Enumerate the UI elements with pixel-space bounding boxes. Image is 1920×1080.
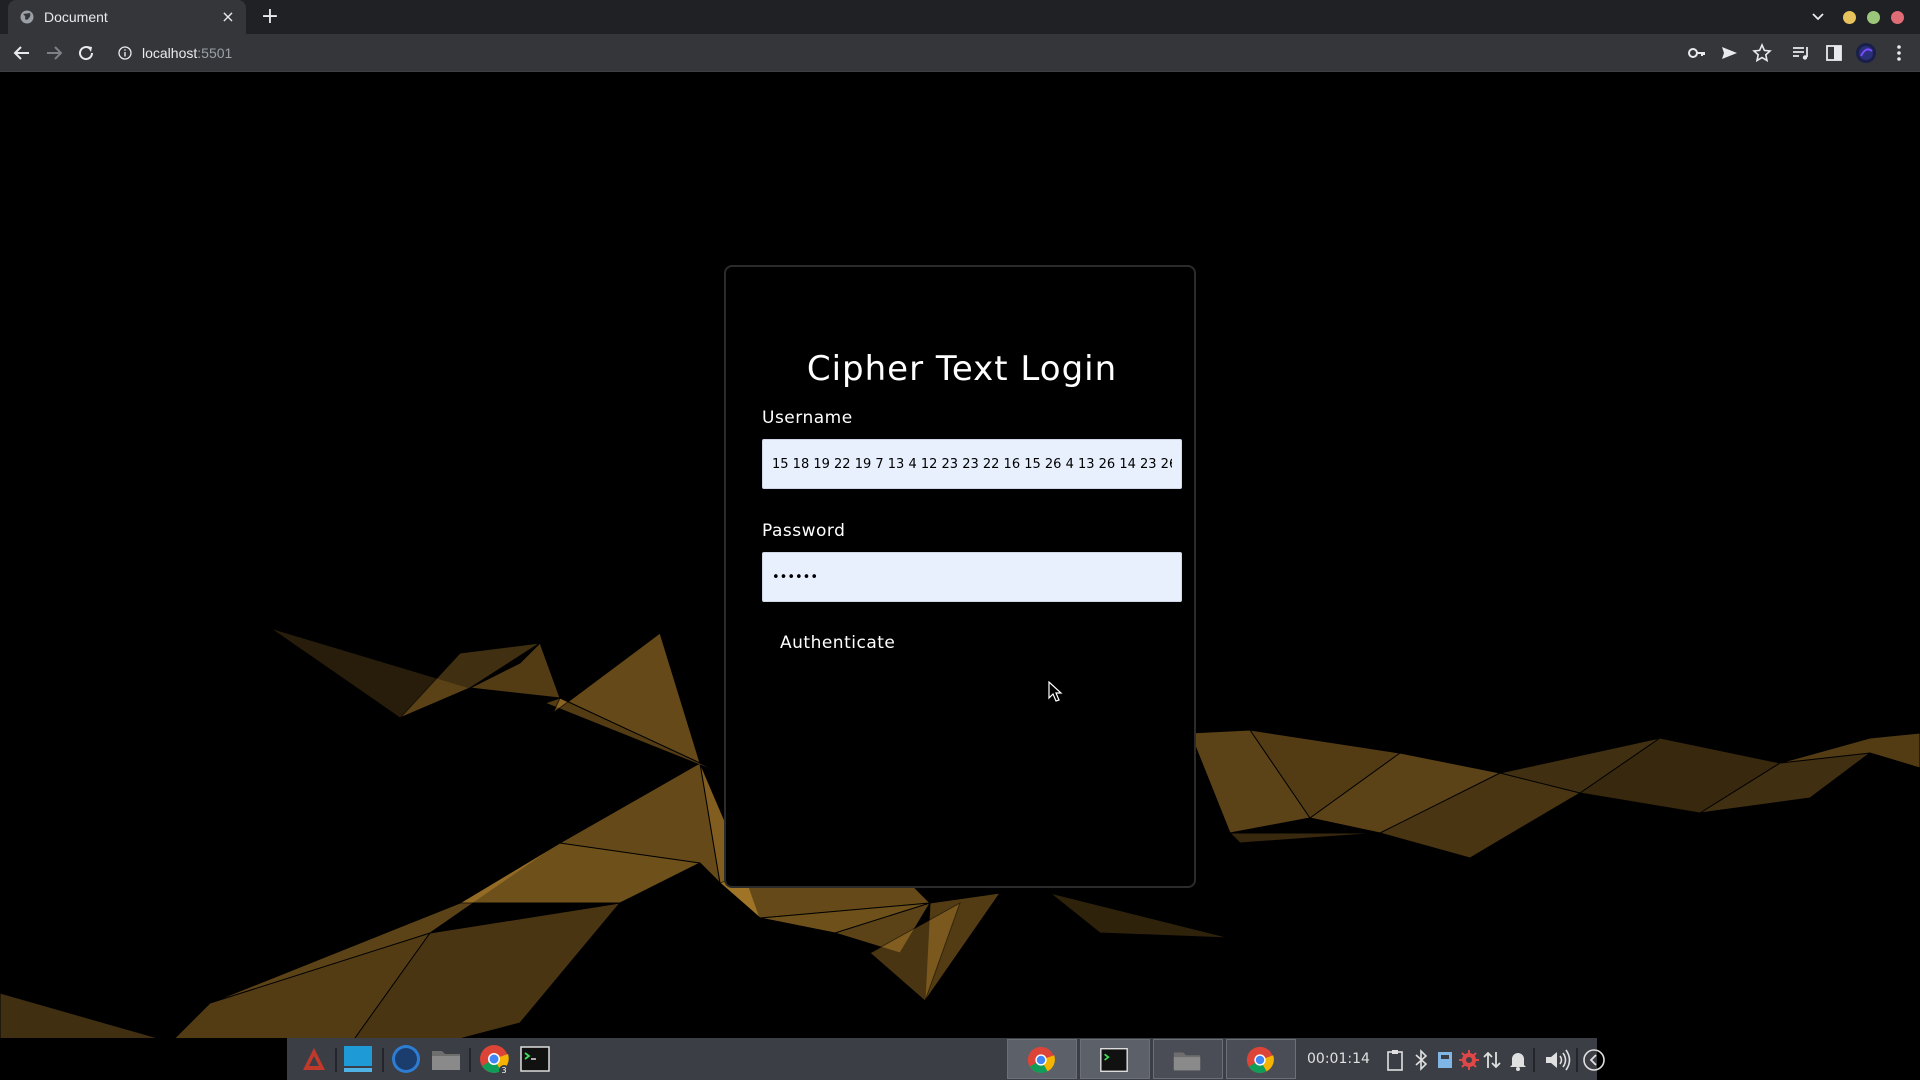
cursor-icon xyxy=(1048,681,1063,702)
password-input[interactable] xyxy=(762,552,1182,602)
send-icon[interactable] xyxy=(1718,42,1740,64)
browser-toolbar: localhost:5501 xyxy=(0,34,1920,72)
chrome-badge: 3 xyxy=(501,1066,506,1075)
chevron-left-icon[interactable] xyxy=(1582,1048,1606,1072)
star-icon[interactable] xyxy=(1751,42,1773,64)
taskbar-separator xyxy=(1576,1048,1578,1072)
desktop-icon[interactable] xyxy=(341,1042,375,1076)
storage-icon[interactable] xyxy=(1433,1048,1457,1072)
chrome-icon xyxy=(1246,1046,1274,1074)
authenticate-button[interactable]: Authenticate xyxy=(780,633,895,653)
plus-icon[interactable]: + xyxy=(258,5,282,29)
folder-icon[interactable] xyxy=(429,1042,463,1076)
page-viewport: Cipher Text Login Username Password Auth… xyxy=(0,73,1920,1038)
maximize-window-button[interactable] xyxy=(1867,11,1880,24)
network-icon[interactable] xyxy=(1480,1048,1504,1072)
bluetooth-icon[interactable] xyxy=(1409,1048,1433,1072)
minimize-window-button[interactable] xyxy=(1843,11,1856,24)
taskbar: 3 00:01:14 xyxy=(287,1038,1605,1080)
taskbar-separator xyxy=(469,1048,471,1072)
update-icon[interactable] xyxy=(1457,1048,1481,1072)
taskbar-separator xyxy=(382,1048,384,1072)
back-icon[interactable] xyxy=(10,41,34,65)
folder-icon xyxy=(1173,1052,1201,1071)
close-window-button[interactable] xyxy=(1891,11,1904,24)
menu-icon[interactable] xyxy=(1888,42,1910,64)
close-icon[interactable]: × xyxy=(218,7,238,27)
address-bar[interactable]: localhost:5501 xyxy=(110,38,1810,68)
terminal-icon[interactable] xyxy=(518,1042,552,1076)
sidepanel-icon[interactable] xyxy=(1823,42,1845,64)
terminal-icon xyxy=(1100,1048,1128,1072)
page-title: Cipher Text Login xyxy=(806,349,1118,389)
chevron-down-icon[interactable] xyxy=(1808,6,1828,26)
forward-icon[interactable] xyxy=(42,41,66,65)
task-chrome[interactable] xyxy=(1226,1039,1296,1079)
taskbar-separator xyxy=(1533,1048,1535,1072)
compass-icon[interactable] xyxy=(389,1042,423,1076)
clock: 00:01:14 xyxy=(1307,1051,1370,1067)
taskbar-separator xyxy=(335,1048,337,1072)
tab-title: Document xyxy=(44,9,108,25)
media-icon[interactable] xyxy=(1790,42,1812,64)
url-text: localhost:5501 xyxy=(142,45,233,61)
globe-icon xyxy=(20,10,34,24)
login-card: Cipher Text Login Username Password Auth… xyxy=(724,265,1196,888)
task-files[interactable] xyxy=(1153,1039,1223,1079)
username-label: Username xyxy=(762,408,853,428)
task-chrome[interactable] xyxy=(1007,1039,1077,1079)
reload-icon[interactable] xyxy=(74,41,98,65)
browser-tab[interactable]: Document × xyxy=(8,0,246,34)
chrome-icon[interactable]: 3 xyxy=(477,1042,511,1076)
password-label: Password xyxy=(762,521,846,541)
profile-icon[interactable] xyxy=(1855,42,1877,64)
volume-icon[interactable] xyxy=(1543,1048,1573,1072)
key-icon[interactable] xyxy=(1686,42,1708,64)
task-terminal[interactable] xyxy=(1080,1039,1150,1079)
app-menu-icon[interactable] xyxy=(297,1042,331,1076)
bell-icon[interactable] xyxy=(1506,1048,1530,1072)
username-input[interactable] xyxy=(762,439,1182,489)
clipboard-icon[interactable] xyxy=(1383,1048,1407,1072)
chrome-icon xyxy=(1027,1046,1055,1074)
tab-strip: Document × + xyxy=(0,0,1920,34)
info-icon[interactable] xyxy=(118,46,132,60)
